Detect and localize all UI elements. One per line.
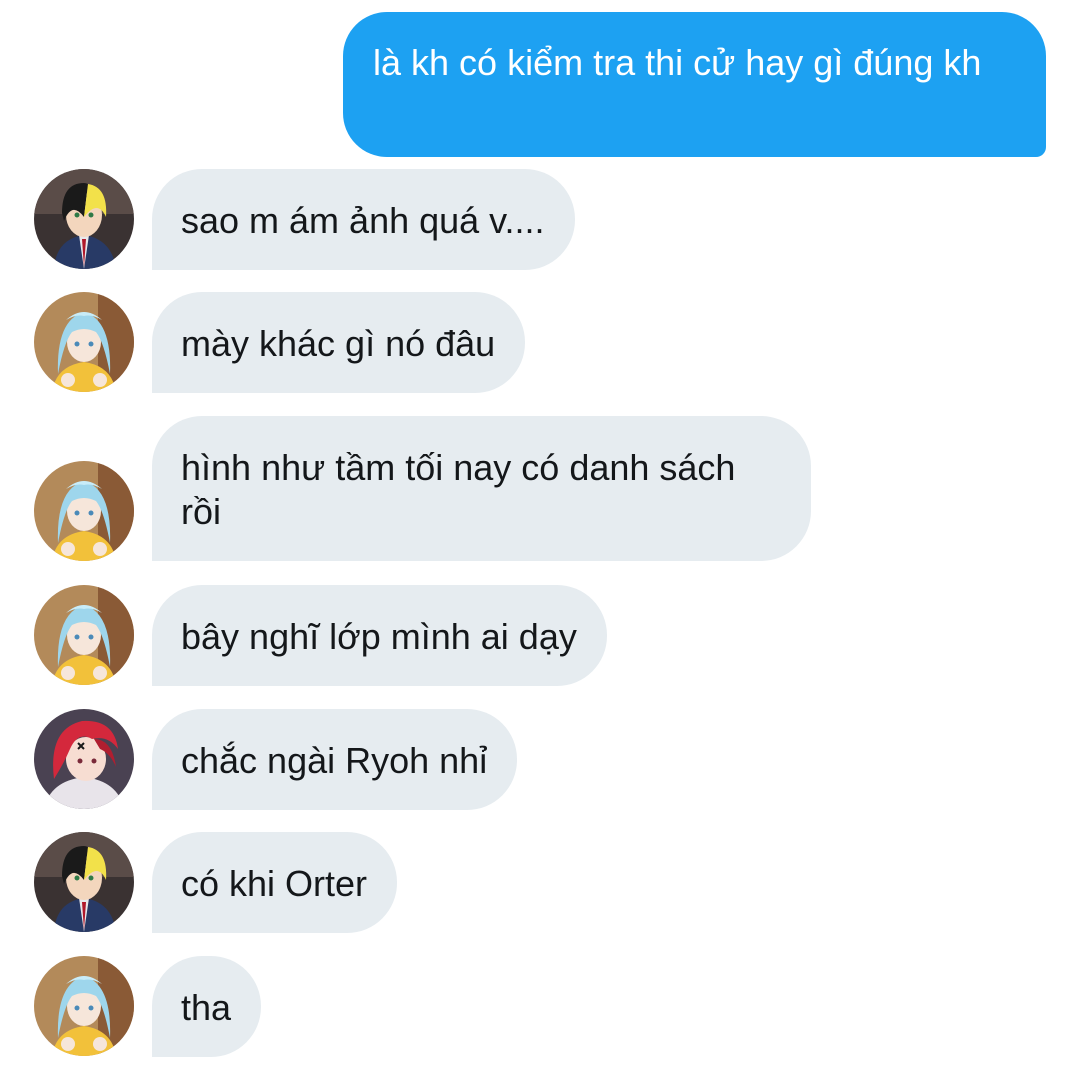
incoming-message-bubble[interactable]: sao m ám ảnh quá v.... xyxy=(152,169,575,270)
incoming-message-text: sao m ám ảnh quá v.... xyxy=(181,200,545,241)
outgoing-message-text: là kh có kiểm tra thi cử hay gì đúng kh xyxy=(373,42,982,83)
light-blue-hair-avatar-icon[interactable] xyxy=(34,461,134,561)
yellow-black-hair-avatar-icon[interactable] xyxy=(34,832,134,932)
red-hair-avatar-icon[interactable] xyxy=(34,709,134,809)
light-blue-hair-avatar-icon[interactable] xyxy=(34,292,134,392)
incoming-message-bubble[interactable]: mày khác gì nó đâu xyxy=(152,292,526,393)
incoming-message-bubble[interactable]: tha xyxy=(152,956,262,1057)
incoming-message-bubble[interactable]: có khi Orter xyxy=(152,832,398,933)
incoming-message-text: mày khác gì nó đâu xyxy=(181,323,496,364)
incoming-message-text: bây nghĩ lớp mình ai dạy xyxy=(181,616,577,657)
incoming-message-text: có khi Orter xyxy=(181,863,368,904)
light-blue-hair-avatar-icon[interactable] xyxy=(34,956,134,1056)
light-blue-hair-avatar-icon[interactable] xyxy=(34,585,134,685)
yellow-black-hair-avatar-icon[interactable] xyxy=(34,169,134,269)
incoming-message-bubble[interactable]: hình như tầm tối nay có danh sách rồi xyxy=(152,416,811,561)
incoming-message-bubble[interactable]: bây nghĩ lớp mình ai dạy xyxy=(152,585,607,686)
incoming-message-text: chắc ngài Ryoh nhỉ xyxy=(181,740,488,781)
incoming-message-bubble[interactable]: chắc ngài Ryoh nhỉ xyxy=(152,709,518,810)
outgoing-message-bubble[interactable]: là kh có kiểm tra thi cử hay gì đúng kh xyxy=(343,12,1046,157)
incoming-message-text: tha xyxy=(181,987,232,1028)
incoming-message-text: hình như tầm tối nay có danh sách rồi xyxy=(181,447,736,532)
